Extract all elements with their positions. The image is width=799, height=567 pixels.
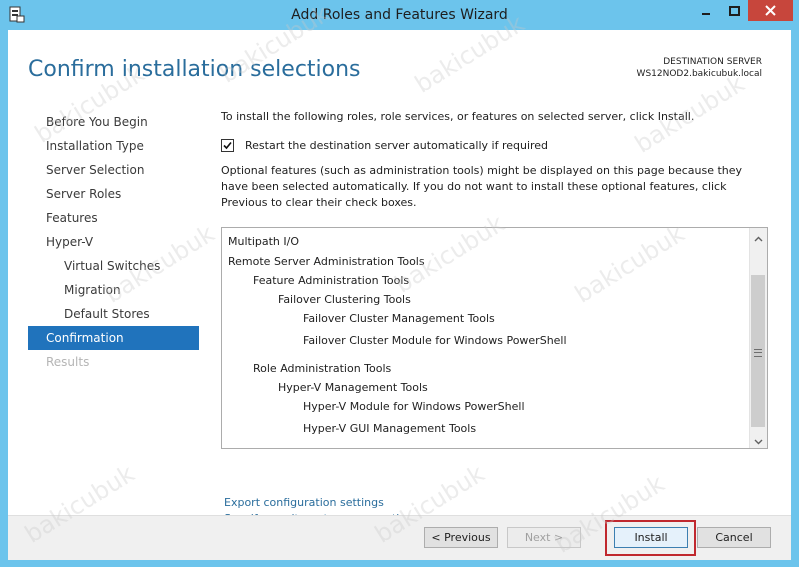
intro-text: To install the following roles, role ser… (221, 110, 695, 123)
nav-item-features[interactable]: Features (28, 206, 199, 230)
nav-item-server-selection[interactable]: Server Selection (28, 158, 199, 182)
nav-item-hyper-v[interactable]: Hyper-V (28, 230, 199, 254)
page-title: Confirm installation selections (28, 57, 361, 82)
previous-button[interactable]: < Previous (424, 527, 498, 548)
list-item: Multipath I/O (228, 235, 300, 248)
optional-features-text: Optional features (such as administratio… (221, 164, 743, 209)
nav-item-results: Results (46, 355, 90, 369)
destination-server-label: DESTINATION SERVER (663, 57, 762, 67)
list-scrollbar[interactable] (749, 228, 767, 448)
next-button: Next > (507, 527, 581, 548)
window-title: Add Roles and Features Wizard (291, 7, 508, 23)
list-item: Failover Clustering Tools (278, 293, 411, 306)
nav-item-migration[interactable]: Migration (28, 278, 199, 302)
maximize-icon (728, 1, 740, 20)
list-item: Hyper-V GUI Management Tools (303, 422, 477, 435)
scroll-down-button[interactable] (750, 431, 767, 448)
list-item: Remote Server Administration Tools (228, 255, 425, 268)
chevron-up-icon (754, 227, 763, 246)
nav-item-installation-type[interactable]: Installation Type (28, 134, 199, 158)
restart-checkbox-label[interactable]: Restart the destination server automatic… (245, 139, 548, 152)
nav-item-confirmation[interactable]: Confirmation (28, 326, 199, 350)
nav-item-default-stores[interactable]: Default Stores (28, 302, 199, 326)
list-item: Hyper-V Module for Windows PowerShell (303, 400, 525, 413)
grip-icon (754, 349, 762, 357)
wizard-window: Add Roles and Features Wizard Confirm in… (0, 0, 799, 567)
minimize-button[interactable] (692, 0, 720, 21)
destination-server-name: WS12NOD2.bakicubuk.local (636, 69, 762, 79)
nav-item-before-you-begin[interactable]: Before You Begin (28, 110, 199, 134)
selections-list-items: Multipath I/O Remote Server Administrati… (222, 228, 750, 448)
restart-checkbox[interactable] (221, 139, 234, 152)
list-item: Failover Cluster Module for Windows Powe… (303, 334, 567, 347)
maximize-button[interactable] (720, 0, 748, 21)
scroll-thumb[interactable] (751, 275, 765, 427)
nav-item-virtual-switches[interactable]: Virtual Switches (28, 254, 199, 278)
wizard-nav: Before You Begin Installation Type Serve… (28, 110, 199, 374)
nav-item-server-roles[interactable]: Server Roles (28, 182, 199, 206)
minimize-icon (701, 1, 711, 20)
restart-option[interactable]: Restart the destination server automatic… (221, 139, 548, 152)
scroll-up-button[interactable] (750, 228, 767, 245)
wizard-client-area: Confirm installation selections DESTINAT… (8, 0, 791, 560)
title-bar[interactable]: Add Roles and Features Wizard (0, 0, 799, 30)
selections-list[interactable]: Multipath I/O Remote Server Administrati… (221, 227, 768, 449)
checkmark-icon (223, 141, 232, 150)
list-item: Role Administration Tools (253, 362, 392, 375)
export-configuration-link[interactable]: Export configuration settings (224, 496, 384, 509)
chevron-down-icon (754, 430, 763, 449)
close-icon (765, 1, 776, 20)
wizard-footer: < Previous Next > Install Cancel (8, 515, 791, 560)
list-item: Failover Cluster Management Tools (303, 312, 495, 325)
list-item: Hyper-V Management Tools (278, 381, 428, 394)
cancel-button[interactable]: Cancel (697, 527, 771, 548)
install-button[interactable]: Install (614, 527, 688, 548)
list-item: Feature Administration Tools (253, 274, 410, 287)
close-button[interactable] (748, 0, 793, 21)
